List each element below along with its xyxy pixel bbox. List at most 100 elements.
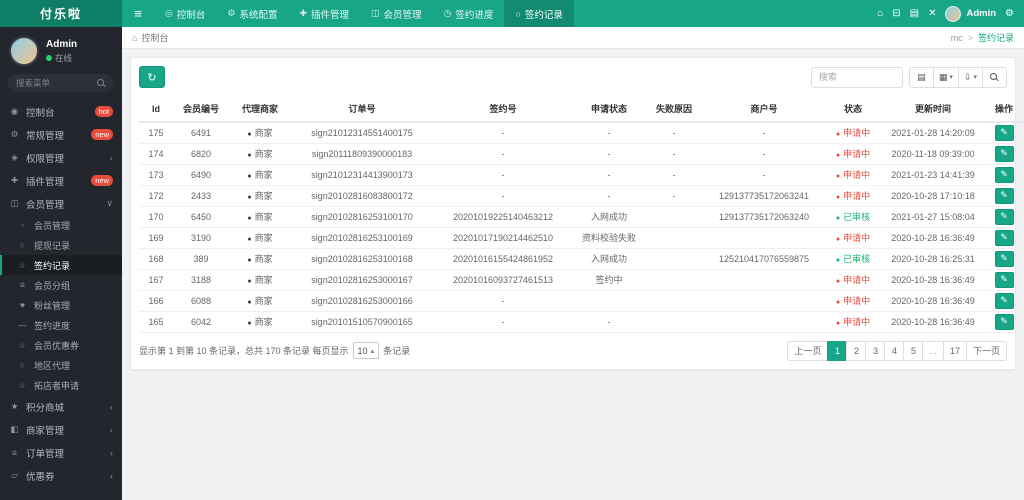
progress-icon: ◷ [443,8,452,18]
topbar-user[interactable]: Admin [945,5,996,22]
page-button[interactable]: 17 [942,340,967,361]
cell-actions: ✎ [985,164,1023,186]
sidebar-subitem[interactable]: ♥ 粉丝管理 [0,295,122,315]
topnav-item[interactable]: ⚙ 系统配置 [216,0,288,27]
sidebar-subitem[interactable]: ○ 会员优惠券 [0,335,122,355]
status-dot-icon: ● [835,299,841,306]
sidebar-item[interactable]: ◉ 控制台 hot [0,100,122,123]
page-button[interactable]: 1 [827,340,848,361]
sidebar-item[interactable]: ≡ 订单管理 ‹ [0,441,122,464]
record-icon: ○ [515,8,521,19]
breadcrumb-label[interactable]: 控制台 [141,31,168,44]
cell-status: ● 申请中 [825,143,881,165]
file-icon[interactable]: ▤ [910,8,919,19]
cell-sign: 20201016155424861952 [433,248,573,270]
page-button[interactable]: 4 [884,340,905,361]
edit-button[interactable]: ✎ [994,145,1014,162]
sidebar-subitem[interactable]: — 签约进度 [0,315,122,335]
columns-button[interactable]: ▦ ▾ [932,66,959,88]
cell-id: 172 [139,185,173,207]
cell-fail-reason [645,290,703,312]
status-dot-icon: ● [835,131,841,139]
table-search-input[interactable] [810,66,903,88]
agent-dot-icon: ● [247,278,252,285]
cell-sign: 20201016093727461513 [433,269,573,291]
sidebar-item-label: 订单管理 [26,448,65,460]
edit-button[interactable]: ✎ [994,187,1014,204]
edit-button[interactable]: ✎ [994,250,1014,267]
edit-button[interactable]: ✎ [994,271,1014,288]
sidebar-item-label: 插件管理 [26,176,65,188]
export-button[interactable]: ⇩ ▾ [957,66,983,88]
search-button[interactable] [982,66,1007,88]
sidebar-item[interactable]: ◫ 会员管理 ∨ [0,192,122,215]
sidebar-subitem[interactable]: ≡ 会员分组 [0,275,122,295]
sidebar-subitem[interactable]: ◦ 会员管理 [0,215,122,235]
status-dot-icon: ● [835,215,841,222]
home-icon[interactable]: ⌂ [877,8,883,19]
topnav-item[interactable]: ◷ 签约进度 [433,0,505,27]
sidebar-subitem[interactable]: ○ 拓店者申请 [0,375,122,395]
page-button[interactable]: 5 [903,340,924,361]
topbar: 付乐啦 ≡ ◎ 控制台 ⚙ 系统配置 ✚ 插件管理 ◫ 会员管理 ◷ 签约进度 ○ 签约记录 ⌂ ⊟ ▤ ✕… [0,0,1024,27]
topnav-label: 系统配置 [239,9,278,21]
page-button[interactable]: 2 [846,340,867,361]
sidebar-subitem[interactable]: ○ 提现记录 [0,235,122,255]
agent-dot-icon: ● [247,257,252,264]
cell-status: ● 已审核 [825,206,881,228]
hamburger-icon[interactable]: ≡ [122,0,154,27]
content-card: ↻ ▤▦▾⇩▾ Id会员编号代理商家订单号签约号申请状态失败原因商户号状态更新时… [130,57,1023,370]
sidebar-subitem-label: 签约进度 [34,320,71,331]
user-status-label: 在线 [55,52,73,63]
sidebar-item[interactable]: ⚙ 常规管理 new [0,123,122,146]
page-prev-button[interactable]: 上一页 [787,340,829,361]
cell-order: sign20102816253100170 [291,206,433,228]
topnav-label: 签约进度 [455,9,494,21]
edit-button[interactable]: ✎ [994,313,1014,330]
sidebar-item[interactable]: ◈ 权限管理 ‹ [0,146,122,169]
list-button[interactable]: ▤ [908,66,934,88]
topnav-item[interactable]: ◫ 会员管理 [360,0,433,27]
sidebar-submenu: ◦ 会员管理 ○ 提现记录 ○ 签约记录 ≡ 会员分组 ♥ 粉丝管理 — 签约进度 ○ 会员优惠券 ○ 地区代… [0,215,122,395]
topnav-item[interactable]: ○ 签约记录 [504,0,574,27]
column-header: 更新时间 [881,96,985,123]
cell-actions: ✎ [985,122,1023,144]
sidebar-search[interactable] [8,74,114,92]
sidebar-item[interactable]: ▱ 优惠券 ‹ [0,464,122,487]
sidebar-item[interactable]: ◧ 商家管理 ‹ [0,418,122,441]
page-next-button[interactable]: 下一页 [965,340,1007,361]
cell-agent: ● 商家 [229,290,291,312]
topnav-item[interactable]: ✚ 插件管理 [288,0,360,27]
order-icon: ≡ [12,447,17,458]
sidebar-search-input[interactable] [16,78,88,88]
cell-apply-status: 资料校验失败 [573,227,645,249]
settings-icon[interactable]: ⚙ [1005,8,1014,19]
circle-icon: ○ [19,380,26,390]
refresh-button[interactable]: ↻ [139,66,165,88]
sidebar-item[interactable]: ★ 积分商城 ‹ [0,395,122,418]
sidebar-subitem[interactable]: ○ 签约记录 [0,255,122,275]
close-icon[interactable]: ✕ [928,8,936,19]
topnav-item[interactable]: ◎ 控制台 [154,0,216,27]
edit-button[interactable]: ✎ [994,229,1014,246]
agent-label: 商家 [254,212,273,222]
trash-icon[interactable]: ⊟ [892,8,900,19]
sidebar-avatar [9,36,39,66]
cell-apply-status [573,290,645,312]
page-button[interactable]: 3 [865,340,886,361]
cell-merchant: - [703,143,825,165]
edit-button[interactable]: ✎ [994,292,1014,309]
sidebar-item[interactable]: ✚ 插件管理 new [0,169,122,192]
pencil-icon: ✎ [1000,253,1008,263]
edit-button[interactable]: ✎ [994,208,1014,225]
sidebar-subitem-label: 地区代理 [34,360,71,371]
sidebar-subitem-label: 会员管理 [34,220,71,231]
sidebar-subitem[interactable]: ○ 地区代理 [0,355,122,375]
agent-dot-icon: ● [247,320,252,327]
cell-member: 6490 [173,164,229,186]
page-size-select[interactable]: 10 ▴ [352,342,380,359]
edit-button[interactable]: ✎ [994,124,1014,141]
breadcrumb-parent[interactable]: mc [951,33,963,43]
edit-button[interactable]: ✎ [994,166,1014,183]
cell-fail-reason [645,248,703,270]
